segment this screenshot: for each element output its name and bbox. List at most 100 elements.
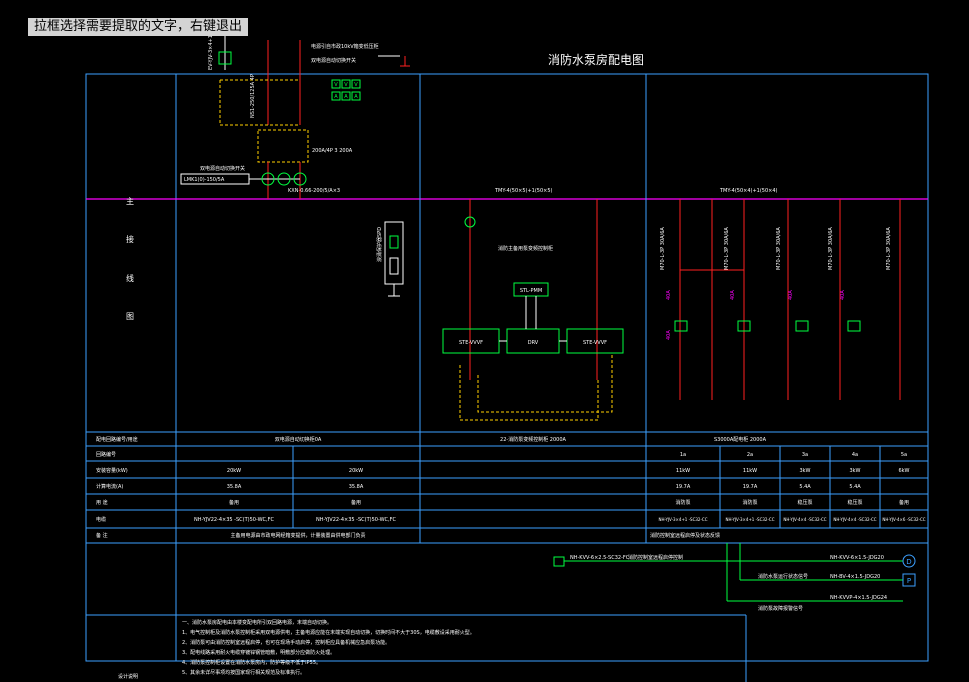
group-label: 22-消防泵变频控制柜 2000A: [500, 436, 566, 443]
cell-current: 5.4A: [849, 484, 861, 490]
cell-num: 4a: [852, 452, 858, 458]
left-label-char: 接: [126, 234, 134, 244]
cell-power: 6kW: [898, 468, 909, 474]
control-signals: NH-KVV-6×2.5-SC32-FC 消防控制室远程启停控制 消防水泵运行状…: [553, 543, 916, 612]
meter-tag: V: [334, 82, 338, 88]
note-line: 3、配电线路采用耐火电缆穿镀锌钢管暗敷，明敷部分应做防火处理。: [182, 649, 335, 656]
signal-cable: NH-KVVP-4×1.5-JDG24: [830, 595, 887, 601]
remark-right: 消防控制室远程启停及状态反馈: [650, 532, 720, 539]
row-label: 配电回路编号/用途: [96, 436, 138, 443]
cell-num: 3a: [802, 452, 808, 458]
selection-hint: 拉框选择需要提取的文字，右键退出: [28, 18, 249, 36]
cell-cable: NH-YJV-3×4+1 -SC32-CC: [658, 517, 707, 522]
feeder-label: M70-L-3P 30A/6A: [776, 227, 782, 270]
busbar-label-a: KXN-0.66-200/5/A×3: [288, 188, 340, 194]
feeder-label: M70-L-3P 30A/6A: [660, 227, 666, 270]
design-notes: 设计说明 一、消防水泵房配电由本楼变配电所引双回路电源，末端自动切换。 1、电气…: [118, 619, 475, 680]
spd-label: 浪涌保护器SPD: [376, 227, 383, 262]
row-label: 安装容量(kW): [96, 467, 128, 474]
signal-note: 消防水泵运行状态信号: [758, 573, 808, 580]
cell-use: 备用: [229, 499, 239, 506]
schedule-table: 配电回路编号/用途 回路编号 安装容量(kW) 计算电流(A) 用 途 电缆 备…: [96, 436, 926, 539]
cell-current: 5.4A: [799, 484, 811, 490]
cell-current: 35.8A: [349, 484, 364, 490]
ct-label: LMK1(0)-150/5A: [184, 177, 225, 183]
feeder-rating: 40A: [840, 290, 846, 300]
feeder-label: M70-L-3P 30A/6A: [724, 227, 730, 270]
cell-use: 备用: [899, 499, 909, 506]
group-label: S3000A配电柜 2000A: [714, 436, 767, 443]
meter-tag: V: [354, 82, 358, 88]
spd-unit: 浪涌保护器SPD: [376, 221, 404, 297]
feeder-label: M70-L-3P 30A/6A: [828, 227, 834, 270]
left-label: 主 接 线 图: [126, 196, 134, 321]
cell-cable: NH-YJV22-4×35 -SC(T)50-WC,FC: [316, 517, 396, 523]
note-line: 5、其余未详尽事项均按国家现行相关规范及标准执行。: [182, 669, 305, 676]
feeders: M70-L-3P 30A/6A M70-L-3P 30A/6A M70-L-3P…: [660, 199, 901, 400]
feeder-rating: 40A: [666, 290, 672, 300]
cell-cable: NH-YJV-3×4+1 -SC32-CC: [725, 517, 774, 522]
signal-badge: D: [906, 558, 911, 566]
vfd-section: 消防主备用泵变频控制柜 STL-PMM STE-VVVF DRV STE-VVV…: [442, 199, 624, 421]
cell-cable: NH-YJV-4×6 -SC32-CC: [882, 517, 925, 522]
cell-num: 1a: [680, 452, 686, 458]
signal-cable: NH-BV-4×1.5-JDG20: [830, 574, 880, 580]
cell-current: 19.7A: [743, 484, 758, 490]
meter-tag: A: [354, 94, 358, 100]
feeder-label: M70-L-3P 30A/6A: [886, 227, 892, 270]
incoming-note-b: 双电源自动切换开关: [311, 57, 356, 64]
feeder-rating: 40A: [788, 290, 794, 300]
vfd-box-left: STE-VVVF: [459, 340, 483, 346]
cell-cable: NH-YJV-4×4 -SC32-CC: [783, 517, 826, 522]
feeder-rating: 40A: [730, 290, 736, 300]
vfd-note: 消防主备用泵变频控制柜: [498, 245, 553, 252]
cell-current: 19.7A: [676, 484, 691, 490]
row-label: 回路编号: [96, 451, 116, 458]
cell-cable: NH-YJV-4×4 -SC32-CC: [833, 517, 876, 522]
cell-use: 消防泵: [742, 499, 757, 506]
cell-current: 35.8A: [227, 484, 242, 490]
atse-label: 200A/4P 3 200A: [312, 148, 353, 154]
note-line: 1、电气控制柜及消防水泵控制柜采用双电源供电，主备电源应能在末端实现自动切换，切…: [182, 629, 475, 636]
note-line: 4、消防泵控制柜设置在消防水泵房内，防护等级不低于IP55。: [182, 659, 321, 666]
cell-use: 稳压泵: [847, 499, 862, 506]
breaker-label: NS1-250/125A 4P: [250, 74, 256, 118]
row-label: 用 途: [96, 499, 108, 506]
remark-left: 主备用电源由市政电网经箱变提供，计量装置由供电部门负责: [230, 532, 365, 539]
meter-tag: A: [344, 94, 348, 100]
cell-use: 稳压泵: [797, 499, 812, 506]
cell-power: 20kW: [349, 468, 363, 474]
cell-power: 11kW: [743, 468, 757, 474]
meter-tag: V: [344, 82, 348, 88]
signal-cable: NH-KVV-6×1.5-JDG20: [830, 555, 884, 561]
drawing-title: 消防水泵房配电图: [548, 52, 644, 67]
feeder-rating: 40A: [666, 330, 672, 340]
notes-label: 设计说明: [118, 673, 138, 680]
cell-use: 备用: [351, 499, 361, 506]
signal-note: 消防泵故障报警信号: [758, 605, 803, 612]
row-label: 计算电流(A): [96, 483, 123, 490]
cell-power: 3kW: [849, 468, 860, 474]
meter-tag: A: [334, 94, 338, 100]
row-label: 电缆: [96, 516, 106, 523]
cad-drawing[interactable]: 消防水泵房配电图 主 接 线 图 KXN-0.66-200/5/A×3 TMY-…: [0, 0, 969, 682]
row-label: 备 注: [96, 532, 108, 539]
busway-note: 双电源自动切换开关: [200, 165, 245, 172]
group-label: 双电源自动切换柜0A: [275, 436, 322, 443]
busbar-label-c: TMY-4(50×4)+1(50×4): [719, 188, 778, 194]
note-line: 2、消防泵可由消防控制室远程启停，也可在现场手动启停，控制柜应具备机械应急启泵功…: [182, 639, 390, 646]
cell-cable: NH-YJV22-4×35 -SC(T)50-WC,FC: [194, 517, 274, 523]
vfd-box-right: STE-VVVF: [583, 340, 607, 346]
cell-num: 5a: [901, 452, 907, 458]
left-label-char: 主: [126, 196, 134, 206]
cell-power: 3kW: [799, 468, 810, 474]
busbar-label-b: TMY-4(50×5)+1(50×5): [494, 188, 553, 194]
cell-power: 11kW: [676, 468, 690, 474]
vfd-box-top: STL-PMM: [520, 288, 542, 294]
signal-note: 消防控制室远程启停控制: [628, 554, 683, 561]
signal-cable: NH-KVV-6×2.5-SC32-FC: [570, 555, 630, 561]
cell-power: 20kW: [227, 468, 241, 474]
left-label-char: 图: [126, 312, 134, 321]
cell-use: 消防泵: [675, 499, 690, 506]
incoming-circuit: EV-YJV-3×4+1×2.5 NS1-250/125A 4P 200A/4P…: [180, 22, 410, 199]
